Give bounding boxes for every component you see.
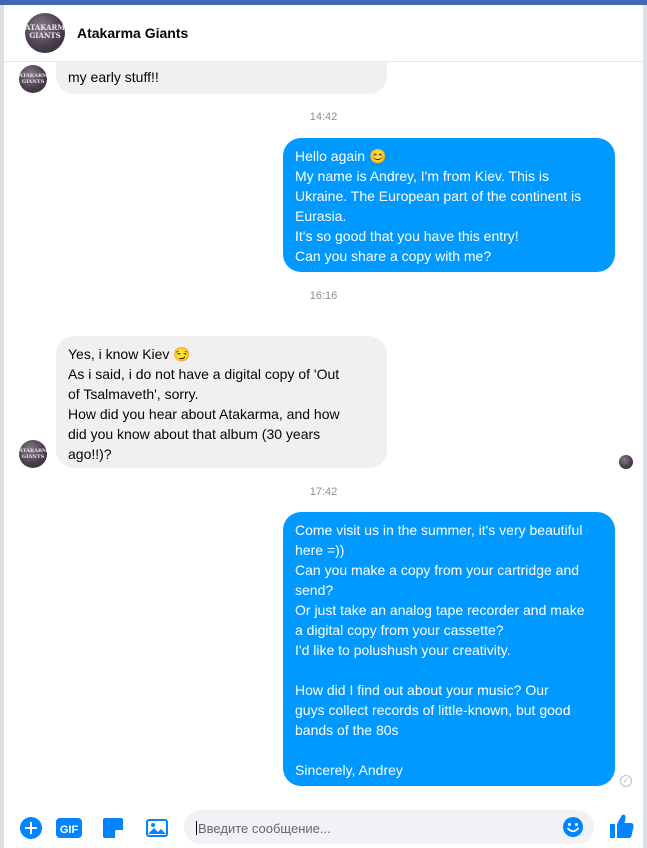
message-line: Eurasia.	[295, 208, 347, 224]
message-line: It's so good that you have this entry!	[295, 228, 519, 244]
timestamp: 17:42	[309, 486, 338, 498]
incoming-message-2[interactable]: Yes, i know Kiev 😏 As i said, i do not h…	[56, 336, 387, 468]
message-line: my early stuff!!	[68, 69, 159, 85]
timestamp: 14:42	[309, 111, 338, 123]
contact-avatar[interactable]: ATAKARMAGIANTS	[19, 65, 47, 93]
message-line: Ukraine. The European part of the contin…	[295, 188, 582, 204]
avatar-logo-text: ATAKARMAGIANTS	[25, 23, 65, 40]
timestamp: 16:16	[309, 290, 338, 302]
message-line	[295, 660, 603, 680]
avatar-logo-text: ATAKARMAGIANTS	[19, 73, 47, 85]
sent-check-icon: ✓	[620, 775, 632, 787]
message-line: send?	[295, 582, 334, 598]
contact-avatar-large[interactable]: ATAKARMAGIANTS	[25, 13, 65, 53]
message-line: Can you share a copy with me?	[295, 248, 492, 264]
message-line	[295, 740, 603, 760]
message-line: Hello again 😊	[295, 148, 387, 164]
message-line: Yes, i know Kiev 😏	[68, 346, 191, 362]
message-line: My name is Andrey, I'm from Kiev. This i…	[295, 168, 549, 184]
outgoing-message-2[interactable]: Come visit us in the summer, it's very b…	[283, 512, 615, 786]
message-line: of Tsalmaveth', sorry.	[68, 386, 199, 402]
message-line: Or just take an analog tape recorder and…	[295, 602, 585, 618]
message-composer: GIF	[4, 806, 643, 848]
message-line: How did I find out about your music? Our	[295, 682, 549, 698]
photo-icon[interactable]	[145, 816, 169, 840]
message-line: here =))	[295, 542, 345, 558]
right-border	[643, 5, 647, 848]
message-line: As i said, i do not have a digital copy …	[68, 366, 340, 382]
conversation-header: ATAKARMAGIANTS Atakarma Giants	[4, 5, 643, 62]
message-line: Sincerely, Andrey	[295, 762, 403, 778]
sticker-icon[interactable]	[101, 816, 125, 840]
message-line: a digital copy from your cassette?	[295, 622, 504, 638]
contact-name[interactable]: Atakarma Giants	[77, 25, 188, 41]
add-icon[interactable]	[19, 816, 43, 840]
avatar-logo-text: ATAKARMAGIANTS	[19, 448, 47, 460]
message-line: bands of the 80s	[295, 722, 399, 738]
like-icon[interactable]	[607, 812, 635, 840]
message-input-box[interactable]	[184, 810, 594, 846]
message-line: ago!!)?	[68, 446, 112, 462]
gif-icon[interactable]: GIF	[56, 816, 82, 840]
left-border	[0, 5, 4, 848]
message-line: Come visit us in the summer, it's very b…	[295, 522, 583, 538]
outgoing-message-1[interactable]: Hello again 😊 My name is Andrey, I'm fro…	[283, 138, 615, 272]
gif-label: GIF	[60, 824, 79, 836]
message-line: Can you make a copy from your cartridge …	[295, 562, 580, 578]
seen-indicator-avatar	[619, 455, 633, 469]
message-line: did you know about that album (30 years	[68, 426, 321, 442]
contact-avatar[interactable]: ATAKARMAGIANTS	[19, 440, 47, 468]
emoji-icon[interactable]	[562, 816, 584, 838]
message-input[interactable]	[196, 810, 550, 846]
message-line: guys collect records of little-known, bu…	[295, 702, 571, 718]
message-line: How did you hear about Atakarma, and how	[68, 406, 340, 422]
message-line: I'd like to polushush your creativity.	[295, 642, 511, 658]
